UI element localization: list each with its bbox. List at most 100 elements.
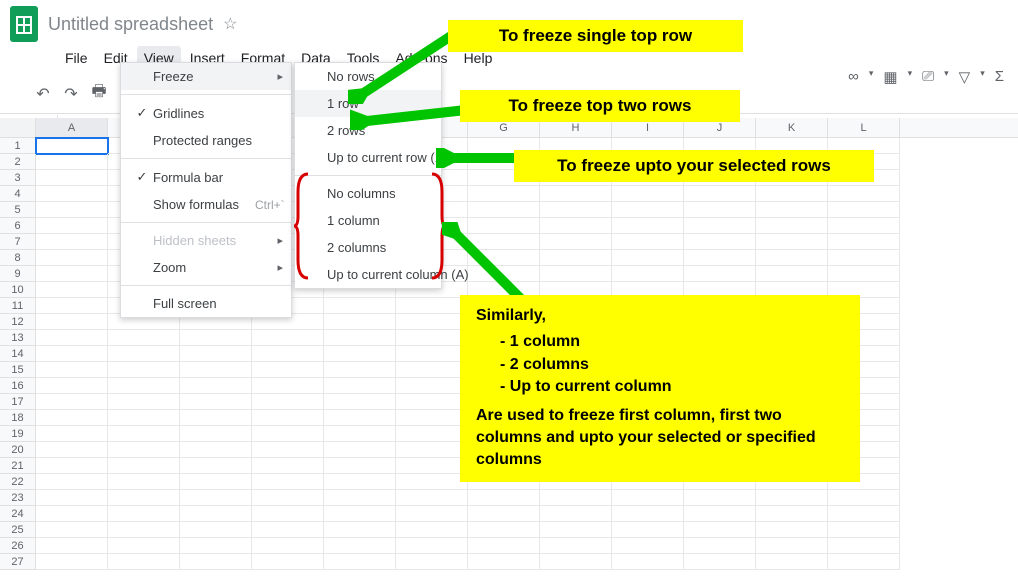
row-header-10[interactable]: 10 <box>0 282 36 298</box>
cell[interactable] <box>684 506 756 522</box>
cell[interactable] <box>252 362 324 378</box>
cell[interactable] <box>180 442 252 458</box>
cell[interactable] <box>108 346 180 362</box>
cell[interactable] <box>252 346 324 362</box>
cell[interactable] <box>540 266 612 282</box>
cell[interactable] <box>252 522 324 538</box>
cell[interactable] <box>828 554 900 570</box>
cell[interactable] <box>180 362 252 378</box>
cell[interactable] <box>324 474 396 490</box>
cell[interactable] <box>468 186 540 202</box>
cell[interactable] <box>36 234 108 250</box>
cell[interactable] <box>756 522 828 538</box>
cell[interactable] <box>468 554 540 570</box>
cell[interactable] <box>540 218 612 234</box>
cell[interactable] <box>468 506 540 522</box>
cell[interactable] <box>396 490 468 506</box>
row-header-5[interactable]: 5 <box>0 202 36 218</box>
cell[interactable] <box>828 490 900 506</box>
cell[interactable] <box>36 362 108 378</box>
cell[interactable] <box>540 538 612 554</box>
cell[interactable] <box>252 410 324 426</box>
row-header-13[interactable]: 13 <box>0 330 36 346</box>
cell[interactable] <box>396 474 468 490</box>
cell[interactable] <box>396 522 468 538</box>
cell[interactable] <box>684 522 756 538</box>
cell[interactable] <box>36 218 108 234</box>
row-header-22[interactable]: 22 <box>0 474 36 490</box>
row-header-19[interactable]: 19 <box>0 426 36 442</box>
cell[interactable] <box>252 426 324 442</box>
cell[interactable] <box>828 538 900 554</box>
toolbar-right-caret-1[interactable]: ▾ <box>908 68 913 86</box>
cell[interactable] <box>828 506 900 522</box>
cell[interactable] <box>36 250 108 266</box>
column-header-L[interactable]: L <box>828 118 900 137</box>
cell[interactable] <box>684 186 756 202</box>
cell[interactable] <box>252 490 324 506</box>
cell[interactable] <box>468 522 540 538</box>
cell[interactable] <box>252 442 324 458</box>
cell[interactable] <box>684 250 756 266</box>
toolbar-right-caret-2[interactable]: ▾ <box>944 68 949 86</box>
row-header-9[interactable]: 9 <box>0 266 36 282</box>
cell[interactable] <box>36 378 108 394</box>
cell[interactable] <box>180 346 252 362</box>
cell[interactable] <box>396 330 468 346</box>
cell[interactable] <box>540 186 612 202</box>
cell[interactable] <box>828 202 900 218</box>
cell[interactable] <box>612 490 684 506</box>
cell[interactable] <box>684 554 756 570</box>
column-header-K[interactable]: K <box>756 118 828 137</box>
cell[interactable] <box>324 426 396 442</box>
toolbar-right-icon-4[interactable]: Σ <box>995 68 1004 86</box>
cell[interactable] <box>756 250 828 266</box>
cell[interactable] <box>36 442 108 458</box>
cell[interactable] <box>612 506 684 522</box>
cell[interactable] <box>36 298 108 314</box>
cell[interactable] <box>468 202 540 218</box>
row-header-27[interactable]: 27 <box>0 554 36 570</box>
cell[interactable] <box>36 426 108 442</box>
toolbar-right-icon-2[interactable]: ⎚ <box>922 68 934 86</box>
row-header-15[interactable]: 15 <box>0 362 36 378</box>
cell[interactable] <box>612 538 684 554</box>
cell[interactable] <box>756 202 828 218</box>
cell[interactable] <box>108 330 180 346</box>
cell[interactable] <box>324 506 396 522</box>
row-header-8[interactable]: 8 <box>0 250 36 266</box>
cell[interactable] <box>396 314 468 330</box>
freeze-menu-item-up-to-current-column-a-[interactable]: Up to current column (A) <box>295 261 441 288</box>
cell[interactable] <box>540 202 612 218</box>
toolbar-right-icon-1[interactable]: ▦ <box>883 68 897 86</box>
freeze-menu-item-no-columns[interactable]: No columns <box>295 180 441 207</box>
cell[interactable] <box>108 378 180 394</box>
cell[interactable] <box>612 186 684 202</box>
cell[interactable] <box>36 410 108 426</box>
cell[interactable] <box>252 330 324 346</box>
cell[interactable] <box>180 538 252 554</box>
row-header-3[interactable]: 3 <box>0 170 36 186</box>
cell[interactable] <box>756 538 828 554</box>
row-header-11[interactable]: 11 <box>0 298 36 314</box>
cell[interactable] <box>36 554 108 570</box>
menu-file[interactable]: File <box>58 46 95 70</box>
cell[interactable] <box>252 458 324 474</box>
cell[interactable] <box>36 186 108 202</box>
row-header-7[interactable]: 7 <box>0 234 36 250</box>
cell[interactable] <box>324 490 396 506</box>
cell[interactable] <box>36 522 108 538</box>
cell[interactable] <box>612 202 684 218</box>
cell[interactable] <box>108 362 180 378</box>
cell[interactable] <box>396 346 468 362</box>
document-title[interactable]: Untitled spreadsheet <box>48 14 213 35</box>
row-header-17[interactable]: 17 <box>0 394 36 410</box>
row-header-1[interactable]: 1 <box>0 138 36 154</box>
cell[interactable] <box>180 490 252 506</box>
cell[interactable] <box>108 522 180 538</box>
row-header-4[interactable]: 4 <box>0 186 36 202</box>
cell[interactable] <box>756 234 828 250</box>
cell[interactable] <box>684 202 756 218</box>
cell[interactable] <box>180 506 252 522</box>
cell[interactable] <box>324 410 396 426</box>
